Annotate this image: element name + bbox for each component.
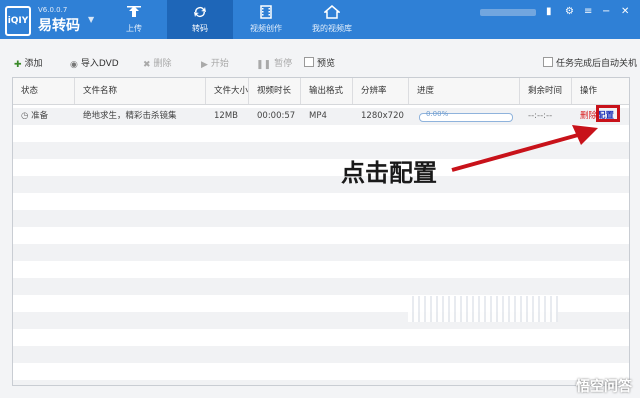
- annotation-callout: 点击配置: [341, 159, 437, 187]
- annotation-arrow: [451, 125, 598, 172]
- watermark-text: 悟空问答: [576, 379, 632, 395]
